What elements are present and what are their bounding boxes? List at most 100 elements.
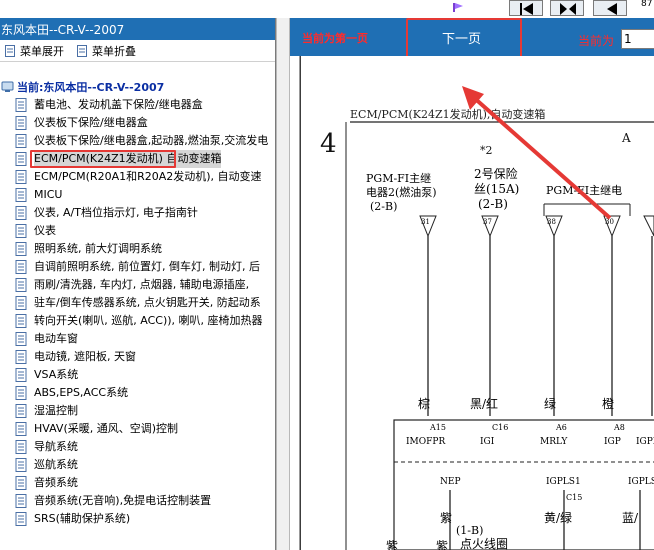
tree-item-label: ABS,EPS,ACC系统	[34, 386, 129, 399]
document-icon	[15, 134, 27, 148]
collapse-menu-label: 菜单折叠	[92, 44, 136, 58]
top-strip: 87	[0, 0, 654, 18]
tree-item[interactable]: VSA系统	[0, 366, 275, 384]
document-viewer: 当前为第一页 下一页 当前为 ECM/PCM(K24Z1发动机),自动变速箱 4…	[276, 18, 654, 550]
document-icon	[15, 332, 27, 346]
tree-item-label: 仪表板下保险/继电器盒	[34, 116, 148, 129]
tree-item[interactable]: 雨刷/清洗器, 车内灯, 点烟器, 辅助电源插座,	[0, 276, 275, 294]
pane-splitter[interactable]	[276, 18, 290, 550]
wire-color-1: 棕	[418, 396, 430, 411]
tree-item-label: 仪表, A/T档位指示灯, 电子指南针	[34, 206, 198, 219]
tree-item[interactable]: SRS(辅助保护系统)	[0, 510, 275, 528]
wire-color-7: 紫	[440, 511, 452, 525]
tree-item[interactable]: 转向开关(喇叭, 巡航, ACC)), 喇叭, 座椅加热器	[0, 312, 275, 330]
signal-igi: IGI	[480, 437, 495, 447]
tree-item[interactable]: 仪表, A/T档位指示灯, 电子指南针	[0, 204, 275, 222]
signal-igpl: IGPL	[636, 437, 654, 447]
signal-igpls1: IGPLS1	[546, 477, 581, 487]
tree-item[interactable]: 电动镜, 遮阳板, 天窗	[0, 348, 275, 366]
tree-item[interactable]: 巡航系统	[0, 456, 275, 474]
tree-item[interactable]: 音频系统	[0, 474, 275, 492]
fuse1-label-2: 电器2(燃油泵)	[366, 185, 437, 199]
next-page-toolbar-button[interactable]	[593, 0, 627, 16]
selection-highlight-box	[30, 150, 176, 168]
expand-menu-label: 菜单展开	[20, 44, 64, 58]
document-icon	[15, 296, 27, 310]
first-page-indicator: 当前为第一页	[302, 32, 368, 45]
wire-color-6: 蓝/	[622, 511, 639, 525]
pin-a6: A6	[555, 423, 567, 432]
wire-color-2: 黑/红	[470, 396, 498, 411]
document-icon	[15, 314, 27, 328]
tree-item-label: 雨刷/清洗器, 车内灯, 点烟器, 辅助电源插座,	[34, 278, 250, 291]
page-number-input[interactable]	[621, 29, 654, 49]
tree-item[interactable]: 音频系统(无音响),免提电话控制装置	[0, 492, 275, 510]
corner-letter: A	[621, 131, 631, 145]
connector-31: 31	[421, 218, 430, 226]
signal-imofpr: IMOFPR	[406, 437, 445, 447]
prev-page-button[interactable]	[550, 0, 584, 16]
first-page-button[interactable]	[509, 0, 543, 16]
tree-item-label: 自调前照明系统, 前位置灯, 倒车灯, 制动灯, 后	[34, 260, 260, 273]
tree-item[interactable]: 电动车窗	[0, 330, 275, 348]
document-icon	[77, 44, 87, 57]
tree-item[interactable]: HVAV(采暖, 通风、空调)控制	[0, 420, 275, 438]
tree-item-label: 音频系统(无音响),免提电话控制装置	[34, 494, 212, 507]
pin-a8: A8	[613, 423, 625, 432]
document-icon	[15, 458, 27, 472]
left-panel: 东风本田--CR-V--2007 菜单展开 菜单折叠 当前:东风本田--CR-V…	[0, 18, 276, 550]
tree-item[interactable]: 照明系统, 前大灯调明系统	[0, 240, 275, 258]
document-icon	[15, 206, 27, 220]
tree-item[interactable]: 仪表	[0, 222, 275, 240]
document-icon	[15, 242, 27, 256]
document-icon	[15, 170, 27, 184]
document-icon	[15, 152, 27, 166]
skip-start-icon	[520, 3, 533, 15]
document-icon	[15, 278, 27, 292]
tree-toolbar: 菜单展开 菜单折叠	[0, 40, 275, 62]
tree-item-label: MICU	[34, 188, 63, 201]
tree-item-label: 音频系统	[34, 476, 78, 489]
tree-item[interactable]: ABS,EPS,ACC系统	[0, 384, 275, 402]
tree-items: 蓄电池、发动机盖下保险/继电器盒 仪表板下保险/继电器盒仪表板下保险/继电器盒,起…	[0, 96, 275, 528]
tree-item-label: 蓄电池、发动机盖下保险/继电器盒	[34, 98, 203, 111]
document-icon	[15, 422, 27, 436]
relay-label-1: 点火线圈	[460, 537, 508, 550]
double-arrow-icon	[560, 3, 576, 15]
pin-c16: C16	[492, 423, 508, 432]
tree-item[interactable]: 仪表板下保险/继电器盒,起动器,燃油泵,交流发电	[0, 132, 275, 150]
wire-color-4: 橙	[602, 396, 614, 411]
bookmark-flag-icon	[453, 3, 463, 12]
tree-item-label: 电动车窗	[34, 332, 78, 345]
page-number-readout: 87	[641, 0, 653, 9]
tree-item-label: 仪表	[34, 224, 56, 237]
tree-item[interactable]: 蓄电池、发动机盖下保险/继电器盒	[0, 96, 275, 114]
play-left-icon	[607, 3, 617, 15]
pin-c15: C15	[566, 493, 582, 502]
document-icon	[15, 494, 27, 508]
tree-item-label: 巡航系统	[34, 458, 78, 471]
tree-item[interactable]: 自调前照明系统, 前位置灯, 倒车灯, 制动灯, 后	[0, 258, 275, 276]
tree-item[interactable]: ECM/PCM(R20A1和R20A2发动机), 自动变速	[0, 168, 275, 186]
annotation-arrow	[462, 86, 612, 220]
fuse1-label-1: PGM-FI主继	[366, 172, 431, 185]
tree-item[interactable]: 导航系统	[0, 438, 275, 456]
tree-item[interactable]: 仪表板下保险/继电器盒	[0, 114, 275, 132]
wire-color-3: 绿	[544, 396, 556, 411]
collapse-menu-button[interactable]: 菜单折叠	[76, 43, 136, 59]
document-icon	[15, 476, 27, 490]
document-icon	[15, 404, 27, 418]
tree-item[interactable]: 驻车/倒车传感器系统, 点火钥匙开关, 防起动系	[0, 294, 275, 312]
tree-item-label: VSA系统	[34, 368, 79, 381]
tree-item-label: SRS(辅助保护系统)	[34, 512, 131, 525]
tree-item-label: 湿温控制	[34, 404, 78, 417]
tree-root[interactable]: 当前:东风本田--CR-V--2007	[0, 78, 275, 96]
pin-a15: A15	[429, 423, 446, 432]
expand-menu-button[interactable]: 菜单展开	[4, 43, 64, 59]
tree-item[interactable]: MICU	[0, 186, 275, 204]
fuse1-label-3: (2-B)	[370, 200, 397, 213]
tree-item[interactable]: 湿温控制	[0, 402, 275, 420]
tree-item-label: 转向开关(喇叭, 巡航, ACC)), 喇叭, 座椅加热器	[34, 314, 263, 327]
tree-item[interactable]: ECM/PCM(K24Z1发动机) 自动变速箱	[0, 150, 275, 168]
tree-item-label: 照明系统, 前大灯调明系统	[34, 242, 162, 255]
